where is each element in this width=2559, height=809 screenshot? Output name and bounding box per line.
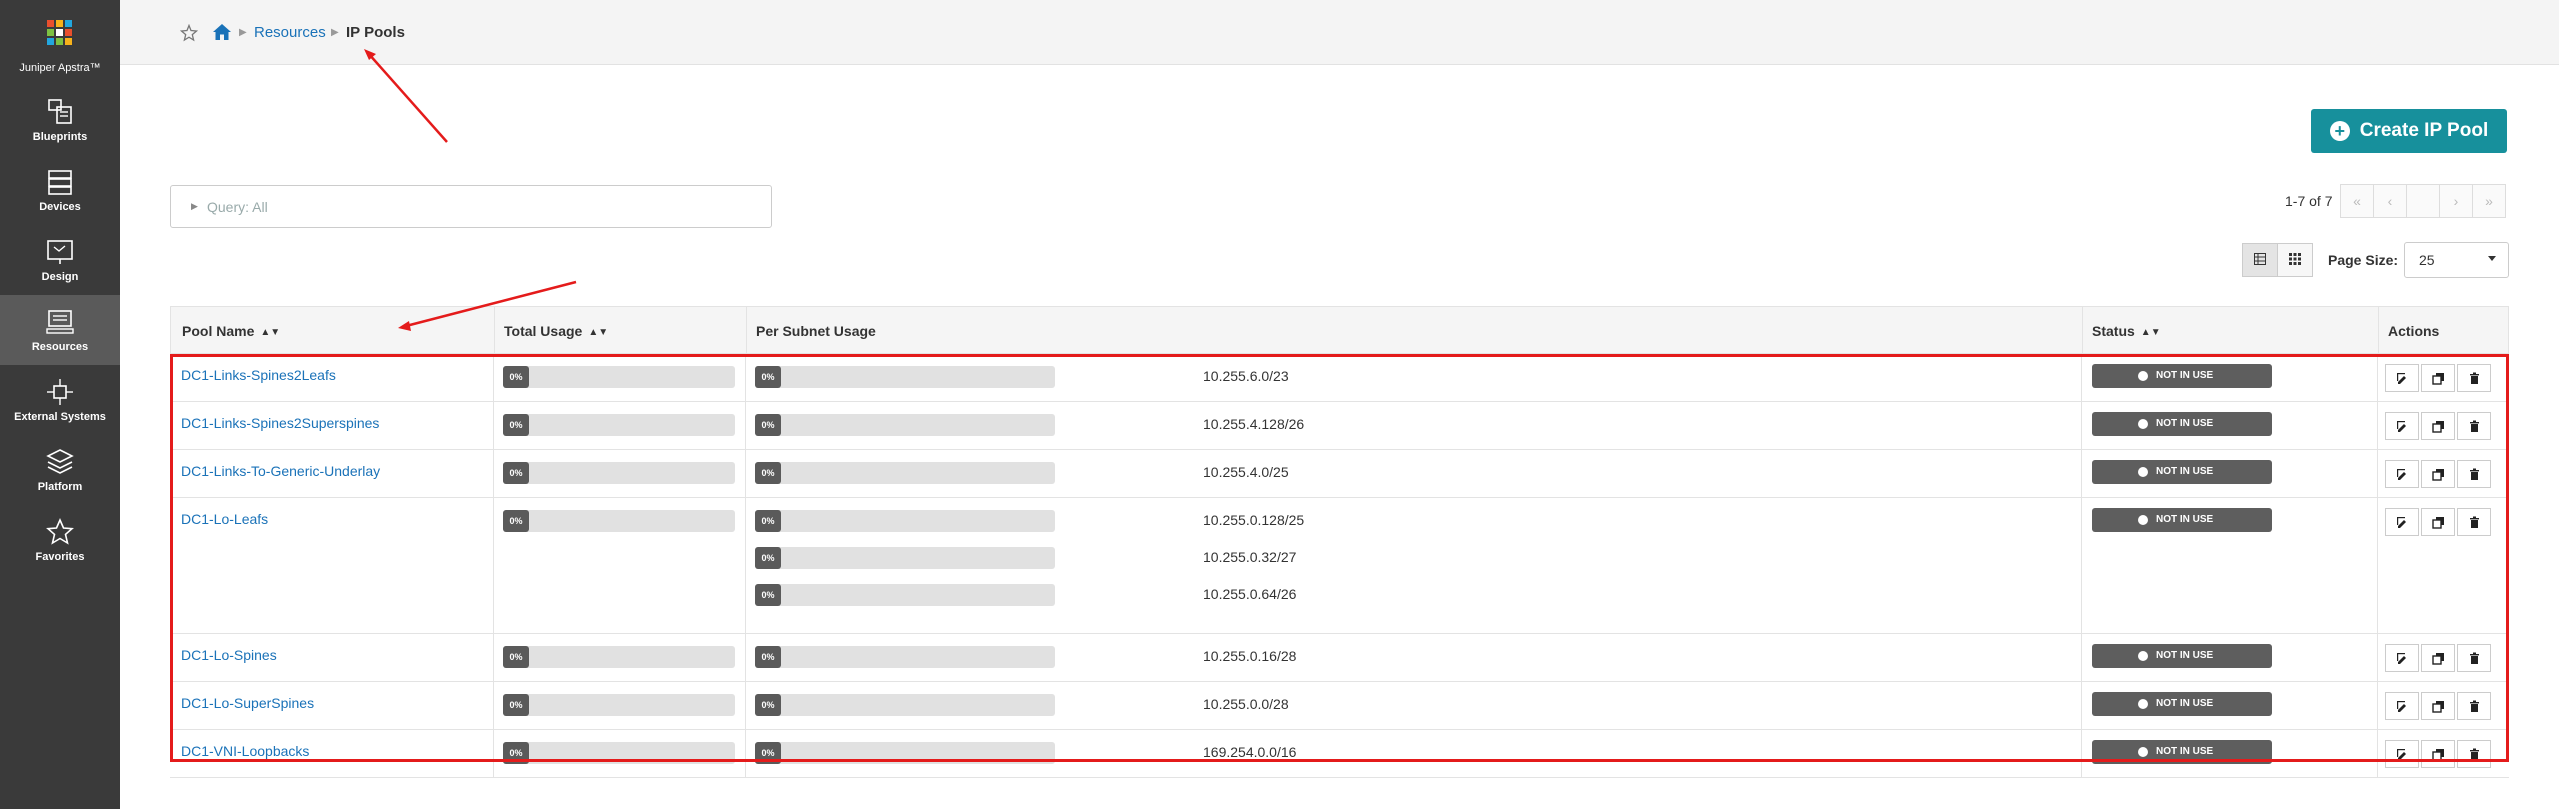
column-header-actions: Actions: [2388, 323, 2440, 339]
external-systems-icon: [47, 379, 73, 405]
sidebar-item-label: Platform: [37, 481, 83, 493]
sidebar-item-devices[interactable]: Devices: [0, 155, 120, 225]
column-header-pool-name[interactable]: Pool Name ▲▼: [182, 323, 280, 339]
grid-view-button[interactable]: [2277, 243, 2313, 277]
sidebar-item-favorites[interactable]: Favorites: [0, 505, 120, 575]
home-icon[interactable]: [212, 23, 232, 41]
annotation-highlight-box: [170, 354, 2509, 762]
breadcrumb-separator-icon: ▶: [239, 27, 247, 38]
sidebar-item-platform[interactable]: Platform: [0, 435, 120, 505]
prev-page-button[interactable]: ‹: [2373, 184, 2407, 218]
create-ip-pool-button[interactable]: + Create IP Pool: [2311, 109, 2507, 153]
brand-logo[interactable]: Juniper Apstra™: [0, 0, 120, 84]
sidebar-item-blueprints[interactable]: Blueprints: [0, 85, 120, 155]
sort-icon: ▲▼: [260, 327, 281, 338]
page-size-value: 25: [2419, 252, 2435, 268]
favorite-star-icon[interactable]: [180, 24, 198, 42]
sort-icon: ▲▼: [2140, 327, 2161, 338]
sidebar-item-label: Design: [41, 271, 79, 283]
sidebar: Juniper Apstra™ Blueprints Devices Desig…: [0, 0, 120, 809]
grid-view-icon: [2289, 253, 2301, 265]
breadcrumb-separator-icon: ▶: [331, 27, 339, 38]
apstra-logo-icon: [47, 20, 73, 46]
page-size-select[interactable]: 25: [2404, 242, 2509, 278]
blueprints-icon: [48, 99, 72, 124]
page-title: IP Pools: [346, 24, 405, 41]
breadcrumb-bar: ▶ Resources ▶ IP Pools: [120, 0, 2559, 65]
page-number-button[interactable]: [2406, 184, 2440, 218]
first-page-button[interactable]: «: [2340, 184, 2374, 218]
create-ip-pool-label: Create IP Pool: [2359, 120, 2489, 141]
table-header: Pool Name ▲▼ Total Usage ▲▼ Per Subnet Usa…: [170, 306, 2509, 355]
plus-circle-icon: +: [2329, 121, 2350, 141]
table-view-icon: [2254, 253, 2266, 265]
star-icon: [46, 518, 74, 545]
devices-icon: [48, 170, 72, 195]
sidebar-item-external-systems[interactable]: External Systems: [0, 365, 120, 435]
sidebar-item-label: Blueprints: [32, 131, 88, 143]
brand-name: Juniper Apstra™: [19, 62, 101, 74]
column-header-total-usage[interactable]: Total Usage ▲▼: [504, 323, 608, 339]
sidebar-item-design[interactable]: Design: [0, 225, 120, 295]
breadcrumb-resources[interactable]: Resources: [254, 24, 326, 41]
page-size-label: Page Size:: [2328, 252, 2399, 268]
sidebar-item-label: External Systems: [14, 411, 106, 423]
sidebar-item-label: Resources: [31, 341, 89, 353]
query-filter[interactable]: ▶ Query: All: [170, 185, 772, 228]
sidebar-item-label: Devices: [39, 201, 81, 213]
column-header-per-subnet-usage: Per Subnet Usage: [756, 323, 876, 339]
column-header-status[interactable]: Status ▲▼: [2092, 323, 2161, 339]
resources-icon: [46, 310, 74, 334]
platform-icon: [46, 449, 74, 474]
chevron-down-icon: [2488, 256, 2496, 261]
pagination-count: 1-7 of 7: [2285, 193, 2333, 209]
query-text: Query: All: [207, 199, 268, 215]
annotation-arrow: [367, 52, 448, 143]
design-icon: [47, 240, 73, 264]
sort-icon: ▲▼: [588, 327, 609, 338]
last-page-button[interactable]: »: [2472, 184, 2506, 218]
sidebar-item-resources[interactable]: Resources: [0, 295, 120, 365]
table-view-button[interactable]: [2242, 243, 2278, 277]
next-page-button[interactable]: ›: [2439, 184, 2473, 218]
sidebar-item-label: Favorites: [35, 551, 85, 563]
caret-right-icon: ▶: [191, 201, 198, 211]
